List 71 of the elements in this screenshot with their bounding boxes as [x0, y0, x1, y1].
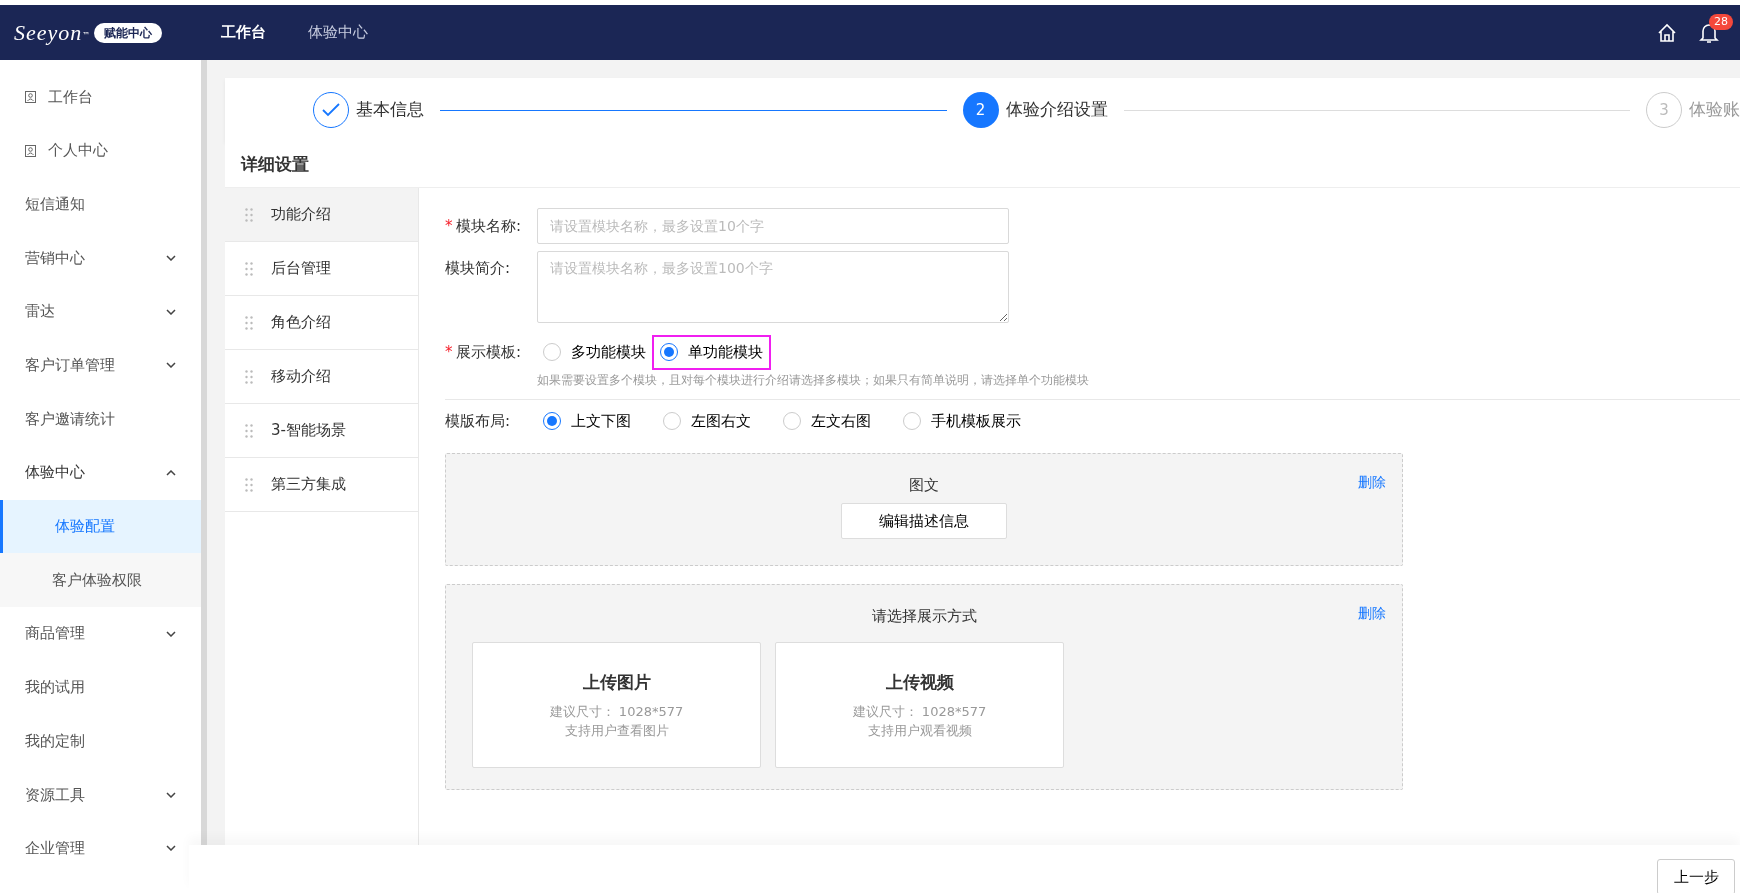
drag-handle-icon: [245, 261, 253, 276]
drag-handle-icon: [245, 477, 253, 492]
radio-button[interactable]: [783, 412, 801, 431]
sidebar-item[interactable]: 短信通知: [0, 177, 201, 232]
required-mark: *: [445, 342, 453, 363]
drag-handle-icon: [245, 423, 253, 438]
delete-link[interactable]: 删除: [1358, 602, 1386, 624]
upload-option-card[interactable]: 上传图片 建议尺寸： 1028*577 支持用户查看图片: [472, 642, 761, 768]
drag-handle-icon: [245, 207, 253, 222]
field-label: 模块名称:: [456, 215, 522, 237]
radio-option[interactable]: 上文下图: [537, 406, 637, 437]
radio-button[interactable]: [903, 412, 921, 431]
size-hint: 建议尺寸： 1028*577: [852, 703, 987, 722]
edit-description-button[interactable]: 编辑描述信息: [841, 503, 1007, 539]
radio-button[interactable]: [543, 343, 561, 362]
radio-option[interactable]: 手机模板展示: [897, 406, 1027, 437]
name-input-field[interactable]: 请设置模块名称，最多设置10个字: [537, 208, 1009, 244]
drag-handle-icon: [245, 369, 253, 384]
sidebar-item[interactable]: 个人中心: [0, 123, 201, 178]
radio-option[interactable]: 多功能模块: [537, 337, 652, 368]
check-icon: [322, 103, 340, 117]
radio-option[interactable]: 左文右图: [777, 406, 877, 437]
upload-option-title: 上传视频: [885, 670, 954, 694]
home-icon[interactable]: [1656, 21, 1678, 44]
nav-tab[interactable]: 体验中心: [308, 21, 368, 44]
logo-text: Seeyon: [14, 19, 83, 47]
module-item[interactable]: 功能介绍: [225, 188, 418, 242]
sidebar-item[interactable]: 客户订单管理: [0, 338, 201, 393]
logo-badge: 赋能中心: [93, 22, 162, 43]
sidebar-item[interactable]: 体验中心: [0, 445, 201, 500]
upload-option-title: 上传图片: [582, 670, 651, 694]
step-title: 体验介绍设置: [1005, 98, 1108, 122]
block-title: 请选择展示方式: [871, 606, 977, 625]
radio-button[interactable]: [543, 412, 561, 431]
field-label: 展示模板:: [456, 342, 522, 363]
sidebar-item[interactable]: 商品管理: [0, 606, 201, 661]
nav-tab[interactable]: 工作台: [221, 21, 266, 44]
required-mark: *: [445, 215, 453, 237]
field-label: 模版布局:: [445, 411, 511, 432]
delete-link[interactable]: 删除: [1358, 471, 1386, 493]
sidebar-subitem[interactable]: 客户体验权限: [0, 553, 201, 607]
sidebar-item[interactable]: 企业管理: [0, 821, 201, 876]
block-title: 图文: [909, 475, 939, 494]
sidebar-item[interactable]: 资源工具: [0, 767, 201, 822]
sidebar-item[interactable]: 我的定制: [0, 714, 201, 768]
size-hint: 建议尺寸： 1028*577: [549, 703, 684, 722]
field-label: 模块简介:: [445, 258, 511, 279]
step-title: 体验账: [1689, 98, 1740, 122]
upload-option-card[interactable]: 上传视频 建议尺寸： 1028*577 支持用户观看视频: [775, 642, 1064, 768]
trademark-mark: ™: [82, 30, 91, 42]
sidebar-item[interactable]: 我的试用: [0, 660, 201, 715]
step-marker: 2: [962, 92, 999, 128]
step-title: 基本信息: [356, 98, 424, 122]
contact-icon: [25, 90, 36, 103]
notification-badge: 28: [1709, 13, 1733, 30]
support-hint: 支持用户观看视频: [867, 722, 972, 741]
sidebar-item[interactable]: 营销中心: [0, 231, 201, 285]
support-hint: 支持用户查看图片: [564, 722, 669, 741]
sidebar-item[interactable]: 客户邀请统计: [0, 392, 201, 446]
hint-text: 如果需要设置多个模块，且对每个模块进行介绍请选择多模块；如果只有简单说明，请选择单个功能模块: [537, 372, 1090, 389]
contact-icon: [25, 144, 36, 157]
previous-step-button[interactable]: 上一步: [1657, 859, 1735, 893]
radio-button[interactable]: [663, 412, 681, 431]
intro-textarea[interactable]: 请设置模块名称，最多设置100个字: [537, 251, 1009, 323]
radio-button[interactable]: [660, 343, 678, 362]
sidebar-subitem[interactable]: 体验配置: [0, 499, 201, 554]
drag-handle-icon: [245, 315, 253, 330]
radio-option[interactable]: 单功能模块: [654, 337, 769, 368]
sidebar-item[interactable]: 工作台: [0, 70, 201, 124]
sidebar-item[interactable]: 雷达: [0, 284, 201, 339]
radio-option[interactable]: 左图右文: [657, 406, 757, 437]
